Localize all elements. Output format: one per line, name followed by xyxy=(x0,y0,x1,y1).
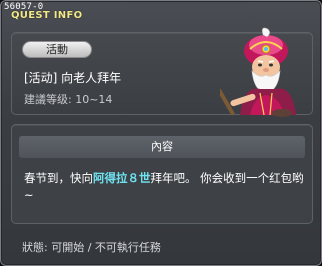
npc-portrait-icon xyxy=(220,27,296,117)
desc-text-before: 春节到，快向 xyxy=(24,171,93,185)
recommended-level: 建議等级: 10~14 xyxy=(24,93,113,106)
quest-summary-panel: 活動 [活动] 向老人拜年 建議等级: 10~14 xyxy=(11,27,313,117)
npc-name-highlight: 阿得拉８世 xyxy=(93,171,151,185)
window-title: QUEST INFO xyxy=(11,10,83,21)
quest-category-badge: 活動 xyxy=(22,41,92,58)
quest-description: 春节到，快向阿得拉８世拜年吧。 你会收到一个红包哟~ xyxy=(24,170,306,204)
quest-status: 狀態: 可開始 / 不可執行任務 xyxy=(22,241,161,254)
quest-name: [活动] 向老人拜年 xyxy=(24,71,122,85)
content-section-header: 內容 xyxy=(19,136,305,158)
quest-info-window: 56057-0 QUEST INFO 活動 [活动] 向老人拜年 建議等级: 1… xyxy=(0,0,322,266)
quest-content-panel: 內容 春节到，快向阿得拉８世拜年吧。 你会收到一个红包哟~ xyxy=(11,124,313,224)
